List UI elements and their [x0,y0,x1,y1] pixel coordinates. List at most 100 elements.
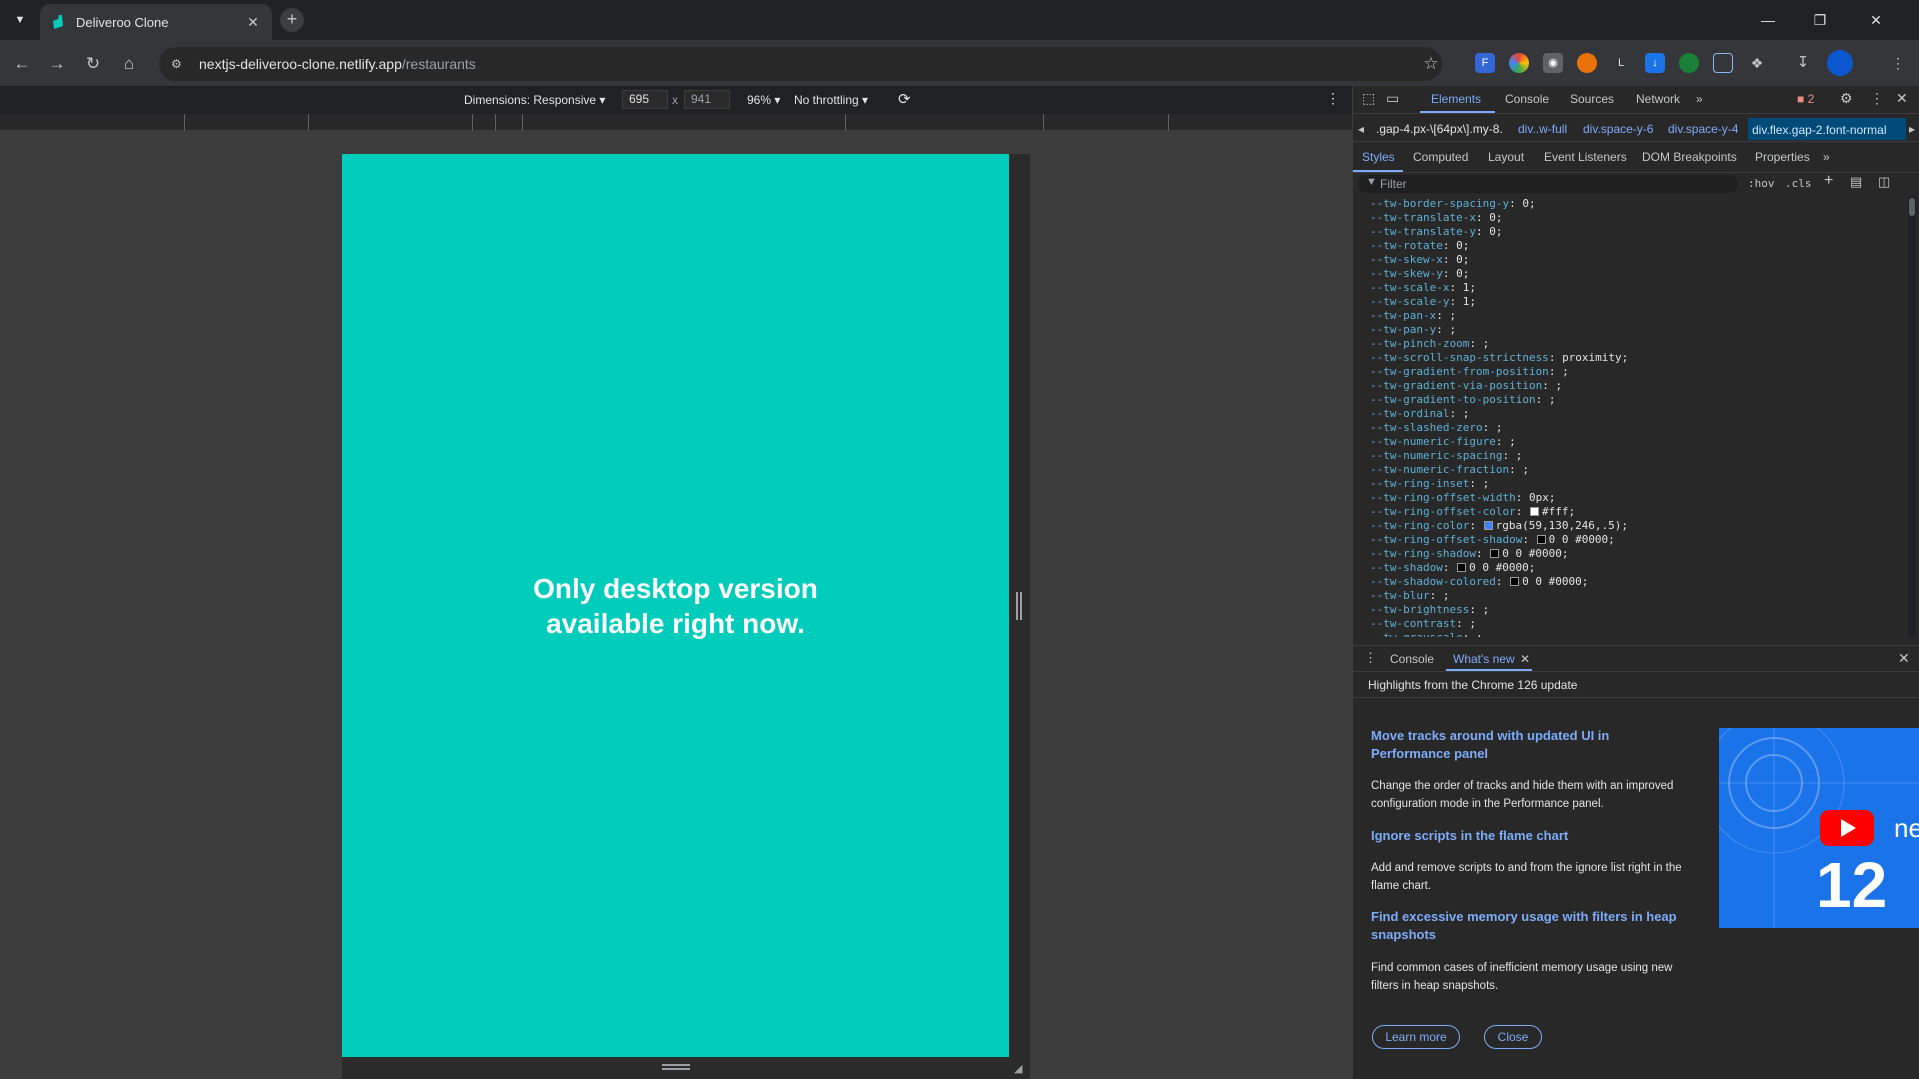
width-input[interactable]: 695 [622,90,668,109]
css-property-value[interactable]: ; [1483,337,1490,350]
more-subtabs-icon[interactable]: » [1823,150,1830,164]
breadcrumb-active-item[interactable]: div.flex.gap-2.font-normal [1748,118,1906,140]
css-variable-line[interactable]: --tw-scale-x: 1; [1370,281,1910,295]
chrome-menu-icon[interactable]: ⋮ [1888,53,1908,73]
css-property-value[interactable]: 0; [1489,225,1502,238]
styles-scroll-thumb[interactable] [1909,198,1915,216]
minimize-icon[interactable]: — [1748,6,1788,34]
css-property-name[interactable]: --tw-pan-y [1370,323,1436,336]
devtools-close-icon[interactable]: ✕ [1896,90,1908,107]
css-variable-line[interactable]: --tw-pinch-zoom: ; [1370,337,1910,351]
extension-camera-icon[interactable]: ◉ [1543,53,1563,73]
css-property-name[interactable]: --tw-grayscale [1370,631,1463,637]
css-property-value[interactable]: ; [1516,449,1523,462]
css-variable-line[interactable]: --tw-numeric-spacing: ; [1370,449,1910,463]
css-property-name[interactable]: --tw-numeric-figure [1370,435,1496,448]
css-variable-line[interactable]: --tw-gradient-from-position: ; [1370,365,1910,379]
css-property-name[interactable]: --tw-ring-inset [1370,477,1469,490]
css-property-value[interactable]: 0 0 #0000; [1469,561,1535,574]
learn-more-button[interactable]: Learn more [1372,1025,1460,1049]
home-icon[interactable]: ⌂ [116,51,142,77]
css-property-name[interactable]: --tw-ring-offset-width [1370,491,1516,504]
css-property-name[interactable]: --tw-slashed-zero [1370,421,1483,434]
reload-icon[interactable]: ↻ [80,51,106,77]
height-input[interactable]: 941 [684,90,730,109]
css-variable-line[interactable]: --tw-translate-y: 0; [1370,225,1910,239]
css-property-name[interactable]: --tw-scale-x [1370,281,1449,294]
tab-console[interactable]: Console [1505,92,1549,106]
whats-new-close-icon[interactable]: ✕ [1520,652,1530,666]
extension-download-icon[interactable]: ↓ [1645,53,1665,73]
css-property-value[interactable]: 0 0 #0000; [1549,533,1615,546]
breadcrumb-item[interactable]: div.space-y-4 [1668,122,1738,136]
extension-flame-icon[interactable] [1577,53,1597,73]
subtab-computed[interactable]: Computed [1413,150,1468,164]
css-variable-line[interactable]: --tw-scale-y: 1; [1370,295,1910,309]
extension-capture-icon[interactable] [1713,53,1733,73]
tab-elements[interactable]: Elements [1431,92,1481,106]
css-variable-line[interactable]: --tw-ring-inset: ; [1370,477,1910,491]
color-swatch[interactable] [1457,563,1467,572]
css-property-value[interactable]: proximity; [1562,351,1628,364]
css-property-name[interactable]: --tw-blur [1370,589,1430,602]
subtab-styles[interactable]: Styles [1362,150,1395,164]
css-property-name[interactable]: --tw-pinch-zoom [1370,337,1469,350]
color-swatch[interactable] [1536,535,1546,544]
rotate-icon[interactable]: ⟳ [898,90,911,108]
css-variable-line[interactable]: --tw-contrast: ; [1370,617,1910,631]
close-button[interactable]: Close [1484,1025,1542,1049]
css-property-name[interactable]: --tw-gradient-from-position [1370,365,1549,378]
css-property-name[interactable]: --tw-numeric-spacing [1370,449,1502,462]
css-property-name[interactable]: --tw-contrast [1370,617,1456,630]
css-property-value[interactable]: #fff; [1542,505,1575,518]
css-variable-line[interactable]: --tw-shadow-colored: 0 0 #0000; [1370,575,1910,589]
css-property-value[interactable]: 1; [1463,281,1476,294]
css-variable-line[interactable]: --tw-rotate: 0; [1370,239,1910,253]
ruler-tick[interactable] [308,114,309,131]
breadcrumb-item[interactable]: .gap-4.px-\[64px\].my-8. [1376,122,1503,136]
css-property-value[interactable]: 0px; [1529,491,1556,504]
css-property-value[interactable]: 0 0 #0000; [1522,575,1588,588]
address-bar[interactable]: ⚙ nextjs-deliveroo-clone.netlify.app/res… [159,47,1442,81]
bookmark-star-icon[interactable]: ☆ [1418,51,1444,77]
css-property-value[interactable]: ; [1469,617,1476,630]
css-property-value[interactable]: 0 0 #0000; [1502,547,1568,560]
window-close-icon[interactable]: ✕ [1856,6,1896,34]
css-property-value[interactable]: ; [1509,435,1516,448]
breadcrumb-left-icon[interactable]: ◂ [1358,122,1364,136]
whats-new-video-thumbnail[interactable]: ne 12 [1719,728,1919,928]
css-property-value[interactable]: ; [1476,631,1483,637]
css-variable-line[interactable]: --tw-grayscale: ; [1370,631,1910,637]
css-property-value[interactable]: rgba(59,130,246,.5); [1496,519,1628,532]
css-variable-line[interactable]: --tw-pan-x: ; [1370,309,1910,323]
tab-close-icon[interactable]: ✕ [244,14,262,31]
forward-arrow-icon[interactable]: → [44,51,70,77]
ruler-tick[interactable] [495,114,496,131]
drawer-tab-console[interactable]: Console [1390,652,1434,666]
css-property-value[interactable]: ; [1562,365,1569,378]
css-property-name[interactable]: --tw-skew-x [1370,253,1443,266]
profile-avatar[interactable] [1827,50,1853,76]
whats-new-item-title[interactable]: Move tracks around with updated UI in Pe… [1371,727,1691,763]
tab-network[interactable]: Network [1636,92,1680,106]
css-property-value[interactable]: ; [1449,309,1456,322]
css-variable-line[interactable]: --tw-numeric-figure: ; [1370,435,1910,449]
styles-scrollbar[interactable] [1908,197,1916,637]
zoom-dropdown[interactable]: 96% ▾ [747,93,780,107]
css-property-name[interactable]: --tw-gradient-to-position [1370,393,1536,406]
css-property-value[interactable]: ; [1522,463,1529,476]
corner-resize-icon[interactable]: ◢ [1014,1062,1026,1075]
ruler-tick[interactable] [522,114,523,131]
downloads-icon[interactable]: ↧ [1793,53,1813,73]
css-variable-line[interactable]: --tw-gradient-via-position: ; [1370,379,1910,393]
css-property-name[interactable]: --tw-shadow [1370,561,1443,574]
back-arrow-icon[interactable]: ← [9,51,35,77]
css-property-name[interactable]: --tw-gradient-via-position [1370,379,1542,392]
css-variable-line[interactable]: --tw-pan-y: ; [1370,323,1910,337]
extensions-puzzle-icon[interactable]: ❖ [1747,53,1767,73]
restore-icon[interactable]: ❐ [1800,6,1840,34]
css-variable-line[interactable]: --tw-gradient-to-position: ; [1370,393,1910,407]
ruler-tick[interactable] [184,114,185,131]
css-property-name[interactable]: --tw-numeric-fraction [1370,463,1509,476]
settings-gear-icon[interactable]: ⚙ [1840,90,1853,107]
